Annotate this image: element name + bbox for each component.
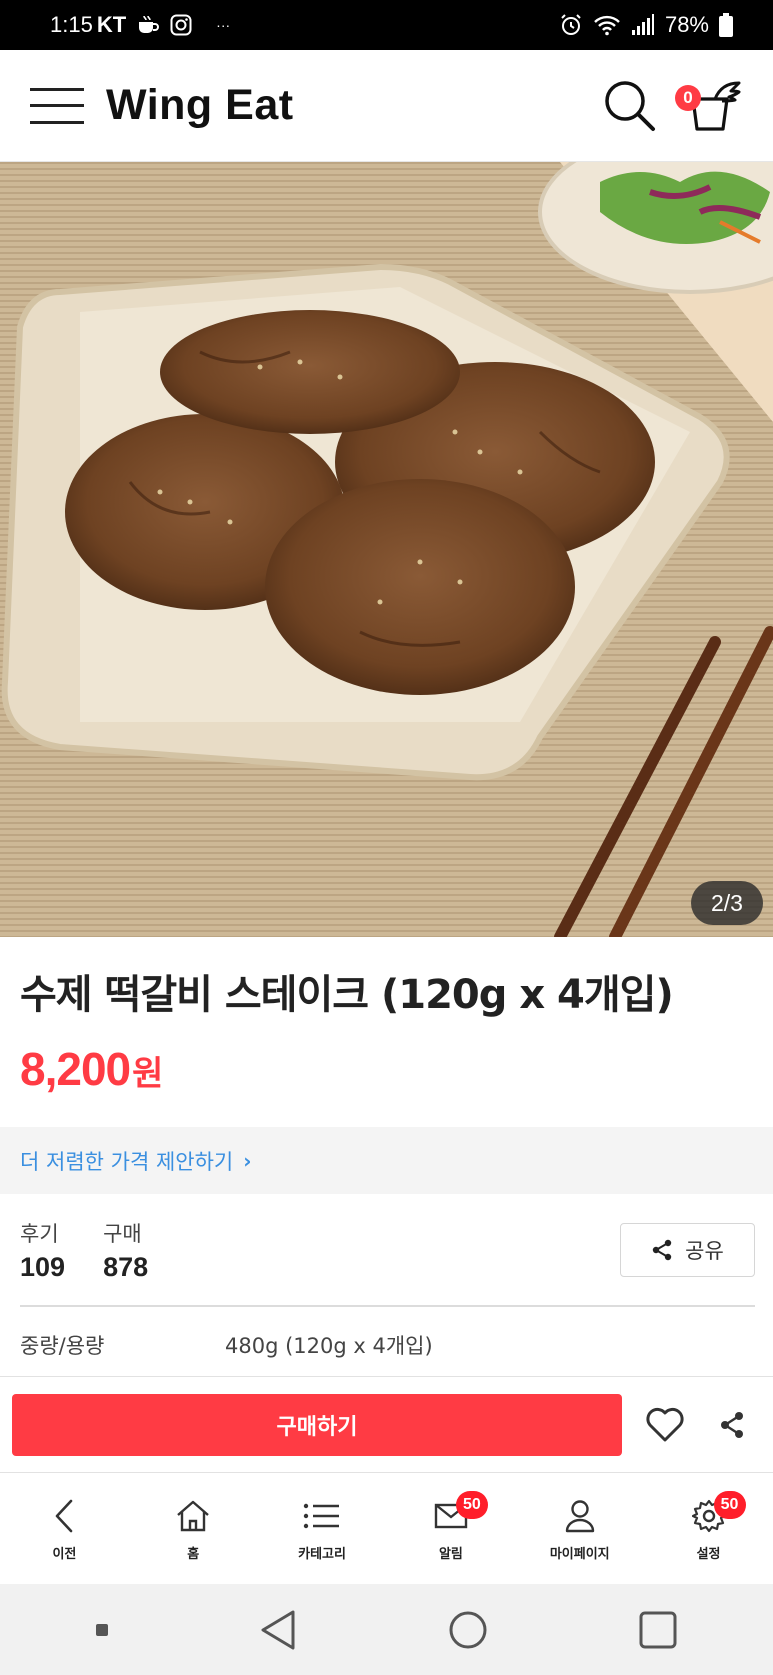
hamburger-icon-line	[30, 104, 84, 107]
product-photo	[0, 162, 773, 937]
battery-percent: 78%	[664, 12, 709, 37]
purchase-actions	[645, 1407, 761, 1443]
system-nav-bar	[0, 1584, 773, 1675]
nav-notifications[interactable]: 50 알림	[386, 1473, 515, 1584]
search-button[interactable]	[603, 79, 657, 133]
nav-mypage[interactable]: 마이페이지	[515, 1473, 644, 1584]
status-more: ···	[216, 17, 231, 33]
nav-home[interactable]: 홈	[129, 1473, 258, 1584]
back-icon	[51, 1497, 77, 1535]
product-price: 8,200	[20, 1043, 131, 1095]
battery-icon	[719, 13, 733, 37]
brand-logo[interactable]: Wing Eat	[106, 81, 294, 130]
coffee-icon	[136, 14, 160, 36]
heart-icon	[646, 1407, 684, 1441]
nav-back[interactable]: 이전	[0, 1473, 129, 1584]
cart-count-badge: 0	[675, 84, 701, 111]
reviews-label: 후기	[20, 1222, 59, 1246]
purchase-bar: 구매하기	[0, 1376, 773, 1473]
status-time: 1:15	[50, 12, 93, 37]
mail-icon: 50	[434, 1491, 488, 1535]
price-offer-link[interactable]: 더 저렴한 가격 제안하기 ›	[0, 1127, 773, 1194]
product-image-carousel[interactable]: 2/3	[0, 162, 773, 937]
search-icon	[605, 80, 655, 131]
spec-row-weight: 중량/용량 480g (120g x 4개입)	[20, 1330, 760, 1360]
nav-settings-label: 설정	[696, 1547, 721, 1562]
buy-button[interactable]: 구매하기	[12, 1393, 622, 1456]
square-dot-icon	[96, 1623, 109, 1636]
spec-label: 중량/용량	[20, 1334, 105, 1358]
nav-back-label: 이전	[52, 1547, 77, 1562]
nav-category-label: 카테고리	[298, 1547, 346, 1562]
reviews-stat[interactable]: 후기 109	[20, 1218, 65, 1283]
hamburger-icon-line	[30, 120, 84, 124]
share-icon	[652, 1239, 672, 1261]
signal-icon	[631, 14, 655, 36]
app-header: Wing Eat 0	[0, 50, 773, 162]
circle-home-icon	[449, 1611, 487, 1648]
price-row: 8,200 원	[20, 1042, 163, 1096]
share-button[interactable]: 공유	[620, 1223, 755, 1277]
status-left: 1:15 KT ···	[50, 12, 230, 38]
status-right: 78%	[559, 12, 733, 38]
alarm-icon	[559, 13, 583, 37]
square-recents-icon	[639, 1611, 677, 1648]
status-carrier: KT	[96, 12, 127, 37]
product-stats: 후기 109 구매 878	[20, 1218, 148, 1283]
nav-mypage-label: 마이페이지	[549, 1547, 610, 1562]
image-counter: 2/3	[691, 881, 763, 925]
spec-value: 480g (120g x 4개입)	[225, 1334, 433, 1358]
header-actions: 0	[603, 79, 743, 133]
status-bar: 1:15 KT ··· 78%	[0, 0, 773, 50]
settings-badge: 50	[713, 1491, 746, 1519]
share-label: 공유	[685, 1239, 724, 1263]
product-title: 수제 떡갈비 스테이크 (120g x 4개입)	[20, 972, 674, 1018]
home-icon	[175, 1497, 211, 1535]
purchases-count: 878	[103, 1252, 149, 1282]
recent-dot-button[interactable]	[95, 1623, 109, 1637]
share-action-button[interactable]	[719, 1411, 745, 1439]
triangle-back-icon	[261, 1610, 295, 1649]
reviews-count: 109	[20, 1252, 66, 1282]
purchases-stat: 구매 878	[103, 1218, 148, 1283]
gear-icon: 50	[691, 1491, 746, 1535]
system-home-button[interactable]	[448, 1610, 488, 1650]
wishlist-button[interactable]	[645, 1407, 685, 1443]
notification-badge: 50	[455, 1491, 488, 1519]
nav-settings[interactable]: 50 설정	[644, 1473, 773, 1584]
person-icon	[564, 1497, 596, 1535]
divider	[20, 1305, 755, 1307]
wifi-icon	[593, 14, 621, 36]
system-recents-button[interactable]	[638, 1610, 678, 1650]
purchases-label: 구매	[103, 1222, 142, 1246]
share-icon	[721, 1411, 743, 1438]
system-back-button[interactable]	[259, 1609, 297, 1651]
price-unit: 원	[132, 1054, 164, 1094]
list-icon	[303, 1497, 341, 1535]
nav-home-label: 홈	[187, 1547, 200, 1562]
menu-button[interactable]	[30, 87, 84, 124]
hamburger-icon-line	[30, 87, 84, 91]
instagram-icon	[170, 14, 192, 36]
cart-button[interactable]: 0	[675, 79, 743, 133]
chevron-right-icon: ›	[243, 1148, 252, 1173]
bottom-nav: 이전 홈 카테고리 50 알림 마이페이지 50 설정	[0, 1473, 773, 1584]
price-offer-label: 더 저렴한 가격 제안하기	[20, 1149, 234, 1174]
nav-notifications-label: 알림	[438, 1547, 463, 1562]
nav-category[interactable]: 카테고리	[258, 1473, 387, 1584]
